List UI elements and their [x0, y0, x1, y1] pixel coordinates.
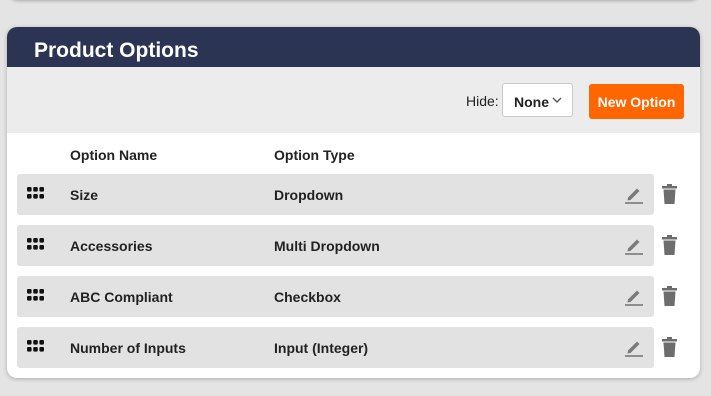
option-name: ABC Compliant	[70, 289, 173, 305]
grip-icon[interactable]	[27, 340, 44, 354]
option-name: Size	[70, 187, 99, 203]
product-options-panel: Product Options Hide: None New Option Op…	[7, 27, 700, 378]
option-type: Dropdown	[274, 187, 344, 203]
option-type: Input (Integer)	[274, 340, 369, 356]
option-type: Checkbox	[274, 289, 341, 305]
option-row: Size Dropdown	[17, 174, 654, 215]
grip-icon[interactable]	[27, 187, 44, 201]
pencil-icon[interactable]	[624, 286, 644, 306]
option-row: Accessories Multi Dropdown	[17, 225, 654, 266]
hide-label: Hide:	[466, 93, 499, 109]
column-header-option-type: Option Type	[274, 147, 355, 163]
grip-icon[interactable]	[27, 289, 44, 303]
trash-icon[interactable]	[661, 337, 678, 357]
trash-icon[interactable]	[661, 184, 678, 204]
column-header-option-name: Option Name	[70, 147, 158, 163]
trash-icon[interactable]	[661, 286, 678, 306]
toolbar: Hide: None New Option	[7, 67, 700, 133]
option-row: ABC Compliant Checkbox	[17, 276, 654, 317]
pencil-icon[interactable]	[624, 184, 644, 204]
new-option-button[interactable]: New Option	[589, 84, 684, 119]
option-row: Number of Inputs Input (Integer)	[17, 327, 654, 368]
option-type: Multi Dropdown	[274, 238, 380, 254]
hide-select-value: None	[514, 94, 549, 110]
chevron-down-icon	[552, 97, 562, 103]
grip-icon[interactable]	[27, 238, 44, 252]
option-name: Accessories	[70, 238, 153, 254]
panel-title: Product Options	[7, 27, 700, 67]
trash-icon[interactable]	[661, 235, 678, 255]
hide-select[interactable]: None	[502, 83, 573, 117]
option-name: Number of Inputs	[70, 340, 186, 356]
pencil-icon[interactable]	[624, 337, 644, 357]
pencil-icon[interactable]	[624, 235, 644, 255]
